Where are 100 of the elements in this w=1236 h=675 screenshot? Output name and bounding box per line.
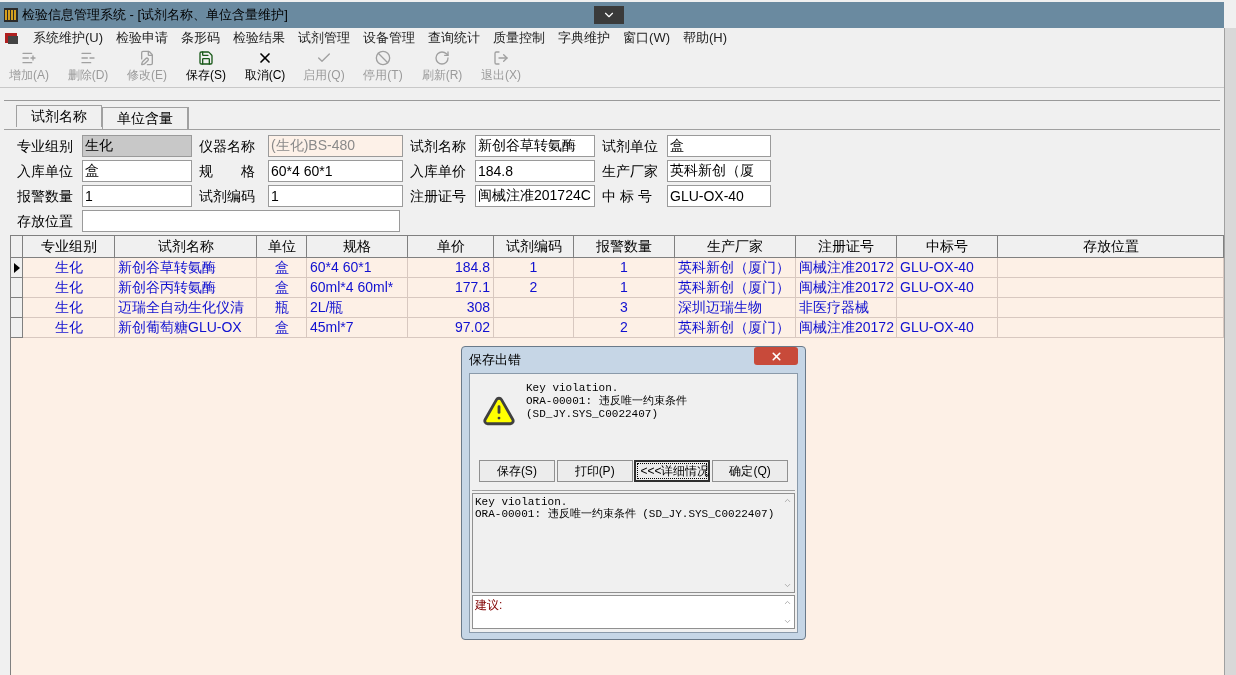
- details-box[interactable]: Key violation. ORA-00001: 违反唯一约束条件 (SD_JY.SYS_C0022407): [472, 493, 795, 593]
- table-cell: 生化: [23, 318, 115, 338]
- table-cell: 45ml*7: [307, 318, 408, 338]
- menu-item[interactable]: 条形码: [181, 28, 221, 48]
- table-cell: 60ml*4 60ml*: [307, 278, 408, 298]
- toolbar-button[interactable]: 取消(C): [240, 50, 290, 84]
- window-title: 检验信息管理系统 - [试剂名称、单位含量维护]: [22, 6, 288, 25]
- dialog-button[interactable]: 打印(P): [556, 460, 633, 482]
- column-header: 中标号: [897, 236, 998, 258]
- app-menu-icon: [4, 31, 20, 45]
- dialog-button[interactable]: 保存(S): [478, 460, 555, 482]
- row-pointer-icon: [13, 262, 20, 273]
- field-label: 入库单位: [16, 161, 74, 181]
- table-cell: 生化: [23, 298, 115, 318]
- error-message: ORA-00001: 违反唯一约束条件: [526, 395, 687, 408]
- table-cell: GLU-OX-40: [897, 278, 998, 298]
- field-label: 仪器名称: [198, 136, 256, 156]
- input-field[interactable]: 1: [82, 185, 192, 207]
- menu-item[interactable]: 检验结果: [233, 28, 286, 48]
- table-cell: 新创葡萄糖GLU-OX: [115, 318, 257, 338]
- field-label: 专业组别: [16, 136, 74, 156]
- table-cell: 60*4 60*1: [307, 258, 408, 278]
- column-header: 单位: [257, 236, 307, 258]
- column-header: 试剂名称: [115, 236, 257, 258]
- document-edit-icon: [139, 50, 155, 66]
- table-cell: 2: [574, 318, 675, 338]
- table-cell: 97.02: [408, 318, 494, 338]
- menu-item[interactable]: 窗口(W): [623, 28, 670, 48]
- field-label: 生产厂家: [601, 161, 659, 181]
- menu-item[interactable]: 帮助(H): [683, 28, 728, 48]
- column-header: 存放位置: [998, 236, 1224, 258]
- menu-item[interactable]: 检验申请: [116, 28, 169, 48]
- row-indicator[interactable]: [11, 258, 23, 278]
- table-cell: 3: [574, 298, 675, 318]
- scrollbar[interactable]: [1224, 28, 1236, 675]
- toolbar-button[interactable]: 保存(S): [181, 50, 231, 84]
- suggestion-box[interactable]: 建议:: [472, 595, 795, 629]
- menu-item[interactable]: 查询统计: [428, 28, 481, 48]
- column-header: 专业组别: [23, 236, 115, 258]
- menu-item[interactable]: 试剂管理: [298, 28, 351, 48]
- app-logo-icon: [4, 8, 18, 22]
- input-field[interactable]: 盒: [667, 135, 771, 157]
- blocked-icon: [375, 50, 391, 66]
- column-header: 单价: [408, 236, 494, 258]
- table-cell: 非医疗器械: [796, 298, 897, 318]
- column-header: 生产厂家: [675, 236, 796, 258]
- close-button[interactable]: [754, 347, 798, 365]
- warning-icon: [482, 394, 516, 428]
- input-field[interactable]: 生化: [82, 135, 192, 157]
- table-cell: 瓶: [257, 298, 307, 318]
- input-field[interactable]: 1: [268, 185, 403, 207]
- column-header: 报警数量: [574, 236, 675, 258]
- table-cell: 1: [574, 258, 675, 278]
- tab[interactable]: 单位含量: [102, 107, 189, 129]
- dialog-button[interactable]: 确定(Q): [712, 460, 789, 482]
- input-field[interactable]: 60*4 60*1: [268, 160, 403, 182]
- scroll-up-icon: [782, 496, 792, 505]
- close-icon: [257, 50, 273, 66]
- table-cell: 盒: [257, 278, 307, 298]
- field-label: 存放位置: [16, 211, 74, 231]
- list-minus-icon: [80, 50, 96, 66]
- column-header: 规格: [307, 236, 408, 258]
- menu-item[interactable]: 设备管理: [363, 28, 416, 48]
- table-cell: GLU-OX-40: [897, 318, 998, 338]
- table-cell: 2L/瓶: [307, 298, 408, 318]
- table-cell: 新创谷丙转氨酶: [115, 278, 257, 298]
- input-field[interactable]: 闽械注准201724C: [475, 185, 595, 207]
- table-cell: 英科新创（厦门）: [675, 318, 796, 338]
- table-cell: 生化: [23, 258, 115, 278]
- table-cell: 深圳迈瑞生物: [675, 298, 796, 318]
- table-cell: 184.8: [408, 258, 494, 278]
- input-field[interactable]: 184.8: [475, 160, 595, 182]
- field-label: 规 格: [198, 161, 256, 181]
- input-field[interactable]: 英科新创（厦: [667, 160, 771, 182]
- table-cell: 闽械注准20172: [796, 258, 897, 278]
- close-icon: [769, 349, 783, 363]
- menu-item[interactable]: 质量控制: [493, 28, 546, 48]
- field-label: 试剂单位: [601, 136, 659, 156]
- details-text: ORA-00001: 违反唯一约束条件 (SD_JY.SYS_C0022407): [475, 508, 776, 520]
- field-label: 入库单价: [409, 161, 467, 181]
- input-field[interactable]: 盒: [82, 160, 192, 182]
- list-plus-icon: [21, 50, 37, 66]
- dropdown-button[interactable]: [594, 6, 624, 24]
- input-field[interactable]: GLU-OX-40: [667, 185, 771, 207]
- field-label: 中 标 号: [601, 186, 653, 206]
- field-label: 注册证号: [409, 186, 467, 206]
- error-message: Key violation.: [526, 382, 620, 395]
- table-cell: 177.1: [408, 278, 494, 298]
- error-message: (SD_JY.SYS_C0022407): [526, 408, 660, 421]
- menu-item[interactable]: 系统维护(U): [33, 28, 104, 48]
- table-cell: 2: [494, 278, 574, 298]
- tab[interactable]: 试剂名称: [16, 105, 102, 127]
- field-label: 试剂名称: [409, 136, 467, 156]
- table-cell: 迈瑞全自动生化仪清: [115, 298, 257, 318]
- table-cell: 1: [574, 278, 675, 298]
- input-field[interactable]: 新创谷草转氨酶: [475, 135, 595, 157]
- table-cell: 英科新创（厦门）: [675, 258, 796, 278]
- menu-item[interactable]: 字典维护: [558, 28, 611, 48]
- input-field[interactable]: [82, 210, 400, 232]
- details-text: Key violation.: [475, 496, 569, 508]
